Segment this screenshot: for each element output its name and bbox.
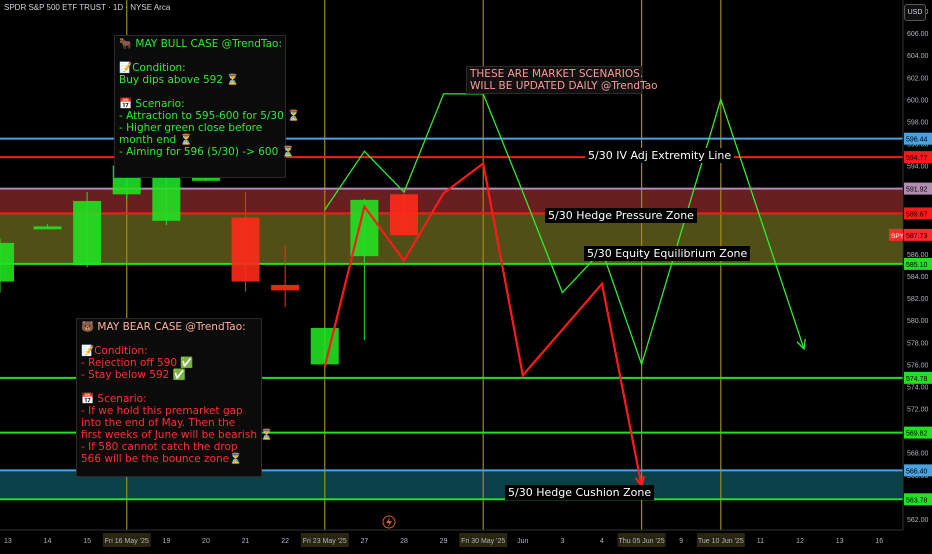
bull-case-title: 🐂 MAY BULL CASE @TrendTao: [119, 38, 282, 50]
level-price-label: 589.67 [906, 211, 928, 218]
bear-case-title: 🐻 MAY BEAR CASE @TrendTao: [81, 321, 246, 333]
bear-scenario-text: - If we hold this premarket gap into the… [81, 405, 274, 465]
level-price-label: 585.10 [906, 262, 928, 269]
date-tick-label: 9 [679, 538, 683, 545]
bull-condition-heading: 📝Condition: [119, 62, 186, 74]
bull-condition-text: Buy dips above 592 ⏳ [119, 74, 240, 86]
price-tick-label: 604.00 [907, 53, 929, 60]
date-tick-label: 19 [162, 538, 170, 545]
date-tick-label: 12 [796, 538, 804, 545]
iv-extremity-label: 5/30 IV Adj Extremity Line [585, 148, 735, 163]
date-tick-label: 3 [560, 538, 564, 545]
date-tick-label: 21 [242, 538, 250, 545]
currency-button[interactable]: USD [904, 4, 926, 21]
candle-body [0, 242, 14, 282]
level-price-label: 563.78 [906, 497, 928, 504]
candle-body [389, 194, 418, 236]
date-tick-label: 4 [600, 538, 604, 545]
price-tick-label: 584.00 [907, 274, 929, 281]
price-tick-label: 576.00 [907, 362, 929, 369]
candle-body [33, 226, 62, 230]
hedge-pressure-label: 5/30 Hedge Pressure Zone [545, 208, 697, 223]
date-tick-label: 28 [400, 538, 408, 545]
bull-scenario-text: - Attraction to 595-600 for 5/30 ⏳ - Hig… [119, 110, 301, 158]
price-tick-label: 572.00 [907, 407, 929, 414]
level-price-label: 574.78 [906, 376, 928, 383]
level-price-label: 596.44 [906, 137, 928, 144]
price-tick-label: 562.00 [907, 517, 929, 524]
date-tick-label: Jun [517, 538, 528, 545]
price-tick-label: 598.00 [907, 119, 929, 126]
price-tick-label: 580.00 [907, 318, 929, 325]
date-tick-label: Thu 05 Jun '25 [619, 538, 665, 545]
level-price-label: 591.92 [906, 187, 928, 194]
date-tick-label: Fri 16 May '25 [105, 538, 149, 545]
lightning-icon-bolt [386, 517, 392, 527]
level-price-label: 569.82 [906, 431, 928, 438]
price-tick-label: 602.00 [907, 75, 929, 82]
date-tick-label: 27 [360, 538, 368, 545]
hedge-cushion-label: 5/30 Hedge Cushion Zone [505, 485, 655, 500]
bear-condition-text: - Rejection off 590 ✅ - Stay below 592 ✅ [81, 357, 194, 381]
date-tick-label: 29 [440, 538, 448, 545]
price-tick-label: 594.00 [907, 164, 929, 171]
date-tick-label: Fri 30 May '25 [461, 538, 505, 545]
date-tick-label: 20 [202, 538, 210, 545]
date-tick-label: 15 [83, 538, 91, 545]
bear-case-note[interactable]: 🐻 MAY BEAR CASE @TrendTao: 📝Condition: - … [76, 318, 274, 477]
equity-equilibrium-label: 5/30 Equity Equilibrium Zone [584, 246, 751, 261]
date-tick-label: 13 [836, 538, 844, 545]
bear-scenario-heading: 📅 Scenario: [81, 393, 147, 405]
candle-body [271, 284, 300, 291]
date-tick-label: Fri 23 May '25 [303, 538, 347, 545]
price-tick-label: 606.00 [907, 31, 929, 38]
date-tick-label: 22 [281, 538, 289, 545]
candle-body [231, 217, 260, 282]
price-tick-label: 568.00 [907, 451, 929, 458]
candle-body [310, 327, 339, 365]
lightning-icon [382, 515, 396, 529]
price-tick-label: 600.00 [907, 97, 929, 104]
bear-condition-heading: 📝Condition: [81, 345, 148, 357]
bull-case-note[interactable]: 🐂 MAY BULL CASE @TrendTao: 📝Condition: Bu… [114, 35, 301, 178]
candle-body [73, 200, 102, 265]
price-tick-label: 574.00 [907, 384, 929, 391]
level-price-label: 594.77 [906, 155, 928, 162]
level-price-label: 587.73 [906, 233, 928, 240]
date-tick-label: 14 [44, 538, 52, 545]
symbol-title: SPDR S&P 500 ETF TRUST · 1D · NYSE Arca [4, 3, 171, 12]
candle-body [191, 177, 220, 181]
date-tick-label: 16 [875, 538, 883, 545]
price-tick-label: 578.00 [907, 340, 929, 347]
bull-scenario-heading: 📅 Scenario: [119, 98, 185, 110]
date-tick-label: 13 [4, 538, 12, 545]
symbol-tag-label: SPY [891, 233, 905, 240]
price-tick-label: 582.00 [907, 296, 929, 303]
date-tick-label: 11 [757, 538, 764, 545]
market-scenarios-note[interactable]: THESE ARE MARKET SCENARIOS. WILL BE UPDA… [466, 66, 658, 94]
date-tick-label: Tue 10 Jun '25 [698, 538, 744, 545]
level-price-label: 566.40 [906, 468, 928, 475]
